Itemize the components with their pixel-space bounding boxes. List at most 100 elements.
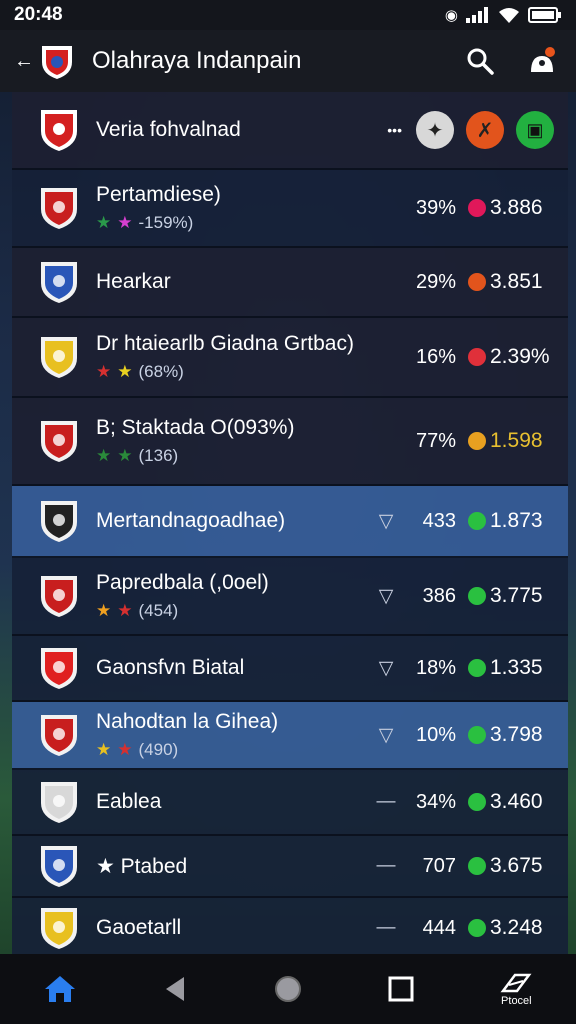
team-row[interactable]: Pertamdiese) ★ ★ -159%) 39% 3.886 <box>12 170 568 248</box>
star-icon: ★ <box>96 446 112 465</box>
header-title: Veria fohvalnad <box>96 118 241 141</box>
team-name: Gaoetarll <box>96 916 182 939</box>
team-crest-icon <box>41 188 77 229</box>
team-info: Nahodtan la Gihea) ★ ★ (490) <box>96 710 366 760</box>
battery-icon <box>528 7 561 23</box>
team-crest-icon <box>41 846 77 887</box>
team-name: Mertandnagoadhae) <box>96 509 286 532</box>
status-dot <box>468 587 486 605</box>
team-row[interactable]: Mertandnagoadhae) ▽ 433 1.873 <box>12 486 568 558</box>
team-row[interactable]: Dr htaiearlb Giadna Grtbac) ★ ★ (68%) 16% 2.3… <box>12 318 568 398</box>
team-percent: 16% <box>415 345 456 368</box>
team-percent: 29% <box>415 270 456 293</box>
star-icon: ★ <box>96 213 112 232</box>
team-row[interactable]: ★ Ptabed — 707 3.675 <box>12 836 568 898</box>
team-info: ★ Ptabed <box>96 854 366 879</box>
team-sub-text: (68%) <box>138 362 184 381</box>
team-crest-icon <box>41 648 77 689</box>
star-icon: ★ <box>117 446 133 465</box>
team-info: B; Staktada O(093%) ★ ★ (136) <box>96 416 366 466</box>
back-nav-icon[interactable] <box>162 975 188 1003</box>
team-row[interactable]: Papredbala (,0oel) ★ ★ (454) ▽ 386 3.775 <box>12 558 568 636</box>
player-filter-button[interactable]: ✦ <box>416 111 454 149</box>
trend-icon: — <box>376 917 396 938</box>
team-percent: 77% <box>415 429 456 452</box>
team-row[interactable]: B; Staktada O(093%) ★ ★ (136) 77% 1.598 <box>12 398 568 486</box>
team-crest-icon <box>41 782 77 823</box>
team-odds: 1.598 <box>490 429 543 452</box>
star-icon: ★ <box>96 740 112 759</box>
team-row[interactable]: Eablea — 34% 3.460 <box>12 770 568 836</box>
star-icon: ★ <box>96 601 112 620</box>
header-info: Veria fohvalnad <box>96 118 387 142</box>
list-header-row[interactable]: Veria fohvalnad ••• ✦ ✗ ▣ <box>12 92 568 170</box>
search-icon <box>467 48 494 75</box>
signal-icon <box>466 7 488 23</box>
team-name: Pertamdiese) <box>96 183 221 206</box>
team-sub-text: (136) <box>138 446 179 465</box>
back-arrow-icon: ← <box>14 49 34 72</box>
tools-filter-button[interactable]: ✗ <box>466 111 504 149</box>
team-row[interactable]: Gaonsfvn Biatal ▽ 18% 1.335 <box>12 636 568 702</box>
team-info: Gaonsfvn Biatal <box>96 656 366 680</box>
app-title: Olahraya Indanpain <box>92 47 302 74</box>
team-row[interactable]: Gaoetarll — 444 3.248 <box>12 898 568 960</box>
team-info: Eablea <box>96 790 366 814</box>
recents-nav-icon[interactable] <box>388 976 414 1002</box>
back-button[interactable]: ← <box>14 42 74 80</box>
team-row[interactable]: Hearkar 29% 3.851 <box>12 248 568 318</box>
team-crest-icon <box>41 501 77 542</box>
wifi-icon <box>499 8 519 23</box>
search-button[interactable] <box>460 41 500 81</box>
star-icon: ★ <box>117 213 133 232</box>
team-sub: ★ ★ (490) <box>96 740 366 760</box>
team-sub-text: (490) <box>138 740 179 759</box>
team-name: Papredbala (,0oel) <box>96 571 269 594</box>
status-dot <box>468 726 486 744</box>
status-dot <box>468 793 486 811</box>
star-icon: ★ <box>117 740 133 759</box>
profile-notification-icon <box>531 47 555 72</box>
status-bar: 20:48 ◉ <box>0 0 576 30</box>
status-dot <box>468 659 486 677</box>
status-dot <box>468 273 486 291</box>
team-crest-icon <box>41 576 77 617</box>
team-odds: 2.39% <box>490 345 550 368</box>
team-odds: 3.460 <box>490 790 543 813</box>
team-crest-icon <box>41 908 77 949</box>
status-dot <box>468 919 486 937</box>
profile-button[interactable] <box>522 41 562 81</box>
team-row[interactable]: Nahodtan la Gihea) ★ ★ (490) ▽ 10% 3.798 <box>12 702 568 770</box>
team-odds: 1.335 <box>490 656 543 679</box>
home-icon[interactable] <box>43 974 77 1004</box>
team-crest-icon <box>41 262 77 303</box>
team-odds: 3.886 <box>490 196 543 219</box>
team-name: ★ Ptabed <box>96 854 188 878</box>
team-crest-icon <box>41 421 77 462</box>
notification-icon: ◉ <box>444 7 458 24</box>
process-nav-item[interactable]: Ptocel <box>499 971 533 1007</box>
team-name: Eablea <box>96 790 162 813</box>
team-percent: 34% <box>415 790 456 813</box>
app-bar: ← Olahraya Indanpain <box>0 30 576 92</box>
team-percent: 18% <box>415 656 456 679</box>
team-info: Pertamdiese) ★ ★ -159%) <box>96 183 366 233</box>
home-nav-circle-icon[interactable] <box>273 974 303 1004</box>
team-crest-icon <box>41 337 77 378</box>
status-icons: ◉ <box>445 6 562 24</box>
status-dot <box>468 199 486 217</box>
process-icon <box>500 973 532 993</box>
header-crest-icon <box>41 110 77 151</box>
team-sub: ★ ★ -159%) <box>96 213 366 233</box>
team-percent: 39% <box>415 196 456 219</box>
trend-icon: ▽ <box>378 510 394 532</box>
team-info: Dr htaiearlb Giadna Grtbac) ★ ★ (68%) <box>96 332 366 382</box>
more-dots[interactable]: ••• <box>387 122 402 138</box>
team-odds: 3.775 <box>490 584 543 607</box>
team-sub-text: -159%) <box>138 213 194 232</box>
team-odds: 3.798 <box>490 723 543 746</box>
status-time: 20:48 <box>14 4 63 25</box>
frame-filter-button[interactable]: ▣ <box>516 111 554 149</box>
team-percent: 433 <box>422 509 456 532</box>
team-odds: 3.851 <box>490 270 543 293</box>
